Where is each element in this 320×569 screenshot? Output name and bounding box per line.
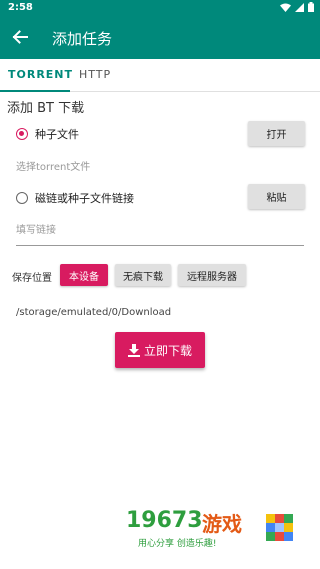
section-title: 添加 BT 下载 [7,101,85,116]
battery-icon [308,2,314,12]
page-title: 添加任务 [52,30,113,48]
watermark: 19673 游戏 用心分享 创造乐趣! [126,508,306,552]
watermark-name: 游戏 [202,512,242,536]
signal-icon [295,2,304,12]
watermark-number: 19673 [126,508,203,533]
wifi-icon [280,3,291,12]
save-option-incognito[interactable]: 无痕下载 [115,264,171,286]
torrent-file-radio[interactable] [16,128,28,140]
open-button[interactable]: 打开 [248,121,305,146]
torrent-file-label: 种子文件 [35,128,79,141]
save-option-device[interactable]: 本设备 [60,264,108,286]
download-icon [127,343,140,357]
tab-bar: TORRENT HTTP [0,59,320,92]
status-icons [280,2,314,12]
back-arrow-icon[interactable] [10,27,30,47]
torrent-file-hint[interactable]: 选择torrent文件 [16,158,90,173]
status-time: 2:58 [8,2,33,13]
torrent-file-radio-row[interactable]: 种子文件 [16,126,79,142]
watermark-cube-logo-icon [266,514,293,541]
app-bar: 添加任务 [0,17,320,59]
link-input[interactable]: 填写链接 [16,221,56,236]
link-input-underline [16,245,304,246]
save-option-remote-server[interactable]: 远程服务器 [178,264,246,286]
magnet-link-label: 磁链或种子文件链接 [35,192,134,205]
paste-button[interactable]: 粘贴 [248,184,305,209]
status-bar: 2:58 [0,0,320,17]
download-now-button[interactable]: 立即下载 [115,332,205,368]
download-now-label: 立即下载 [143,343,192,358]
tab-indicator [0,90,70,92]
magnet-link-radio-row[interactable]: 磁链或种子文件链接 [16,190,134,206]
save-location-label: 保存位置 [12,273,52,284]
watermark-slogan: 用心分享 创造乐趣! [138,539,217,549]
tab-torrent[interactable]: TORRENT [8,68,73,81]
magnet-link-radio[interactable] [16,192,28,204]
save-path: /storage/emulated/0/Download [16,307,172,318]
tab-http[interactable]: HTTP [79,68,111,81]
